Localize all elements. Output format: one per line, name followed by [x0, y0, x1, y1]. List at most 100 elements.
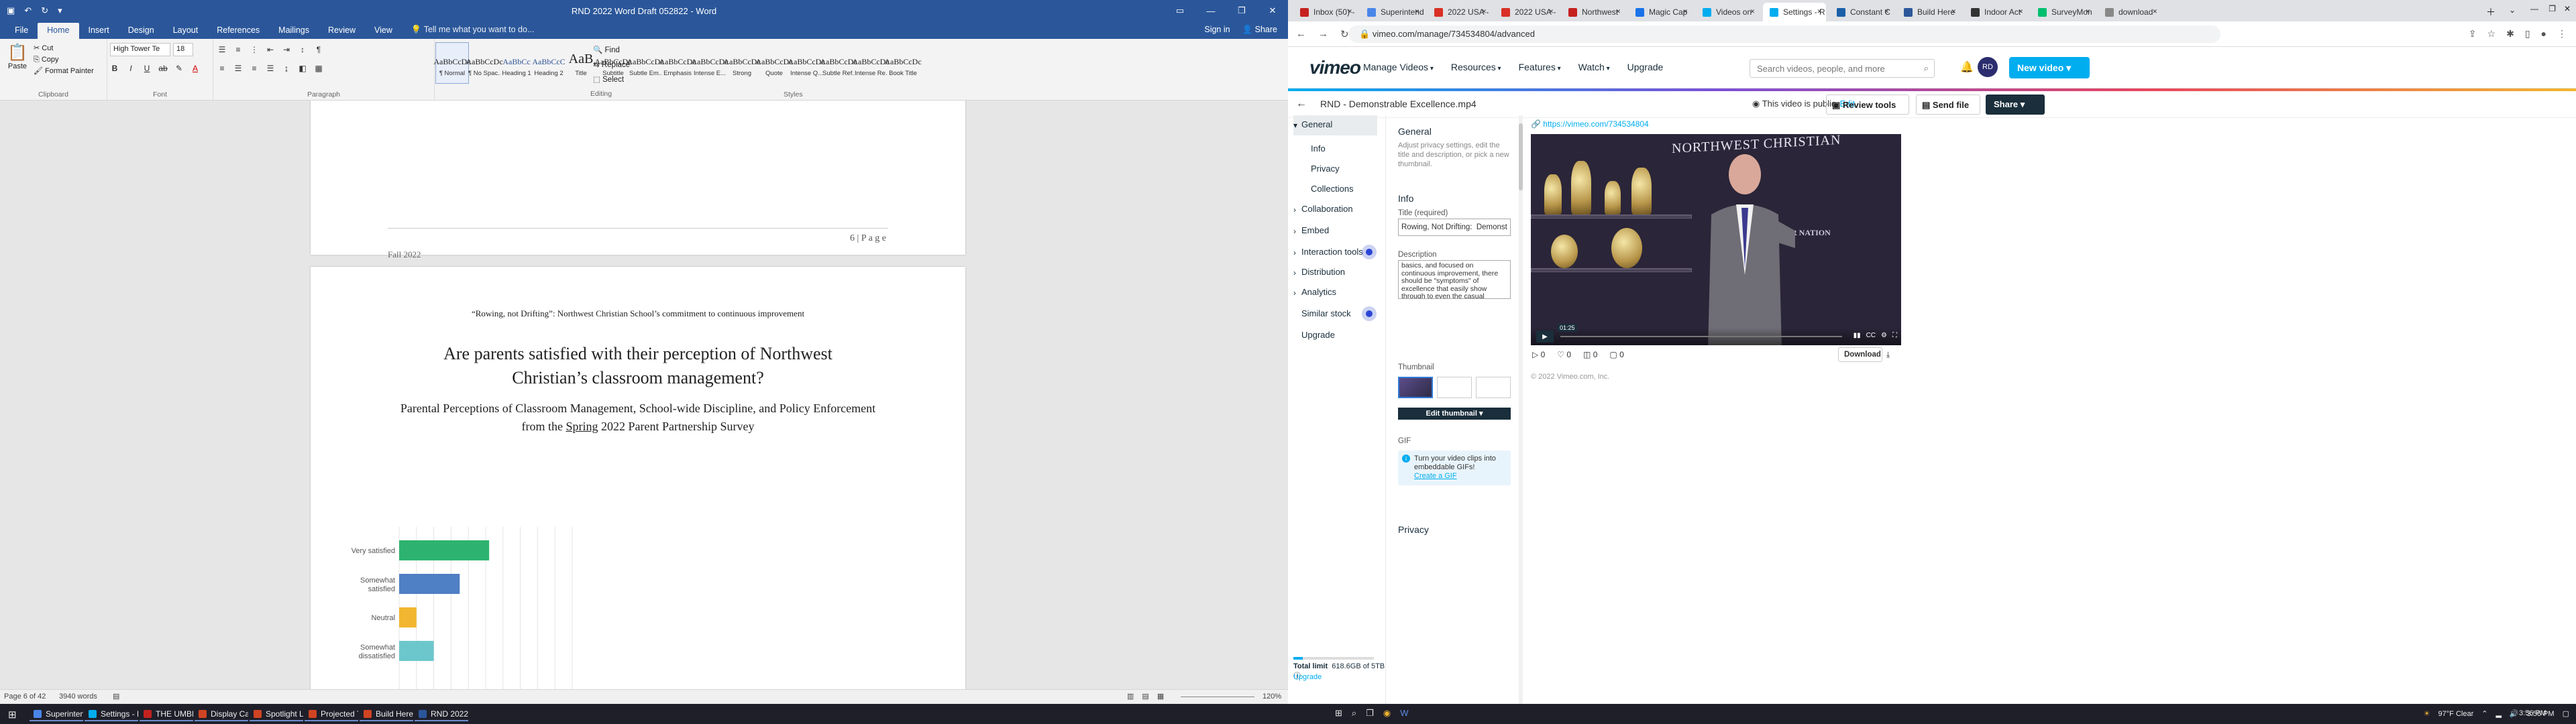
new-video-button[interactable]: New video ▾: [2009, 57, 2090, 78]
tab-file[interactable]: File: [5, 23, 38, 39]
decrease-indent-icon[interactable]: ⇤: [264, 43, 276, 56]
taskbar-item[interactable]: Superintendent's Wel...: [30, 707, 83, 721]
browser-tab[interactable]: Settings - R ✕: [1763, 3, 1826, 21]
chart-bar[interactable]: [399, 540, 490, 560]
find-button[interactable]: 🔍 Find: [593, 43, 630, 58]
paste-button[interactable]: 📋 Paste: [5, 43, 30, 70]
vimeo-menu-watch[interactable]: Watch ▾: [1578, 62, 1610, 72]
tab-home[interactable]: Home: [38, 23, 79, 39]
sign-in-link[interactable]: Sign in: [1204, 25, 1230, 35]
style-4[interactable]: AaB Title: [565, 43, 597, 83]
justify-icon[interactable]: ☰: [264, 62, 276, 75]
tab-close-icon[interactable]: ✕: [1414, 8, 1419, 15]
forward-icon[interactable]: →: [1318, 28, 1328, 40]
chart-bar[interactable]: [399, 574, 460, 594]
browser-tab[interactable]: Northwest ✕: [1562, 3, 1625, 21]
tab-close-icon[interactable]: ✕: [2018, 8, 2023, 15]
tab-close-icon[interactable]: ✕: [2152, 8, 2157, 15]
print-layout-icon[interactable]: ▤: [1142, 692, 1148, 701]
borders-icon[interactable]: ▦: [313, 62, 325, 75]
fullscreen-icon[interactable]: ⛶: [1892, 332, 1897, 339]
tab-close-icon[interactable]: ✕: [1817, 8, 1822, 15]
style-7[interactable]: AaBbCcDc Emphasis: [659, 43, 696, 83]
pilcrow-icon[interactable]: ¶: [313, 43, 325, 56]
tab-layout[interactable]: Layout: [164, 23, 208, 39]
style-10[interactable]: AaBbCcDc Quote: [755, 43, 792, 83]
tab-close-icon[interactable]: ✕: [2085, 8, 2090, 15]
title-input[interactable]: [1398, 219, 1511, 236]
volume-icon[interactable]: 🔊: [2510, 709, 2519, 718]
sidebar-item-distribution[interactable]: Distribution: [1301, 263, 1345, 282]
format-painter-button[interactable]: 🖌 Format Painter: [34, 66, 94, 77]
zoom-level[interactable]: 120%: [1263, 692, 1281, 701]
font-size-box[interactable]: 18: [173, 43, 193, 56]
reload-icon[interactable]: ↻: [1340, 28, 1349, 40]
new-tab-icon[interactable]: ＋: [2486, 5, 2496, 19]
extensions-icon[interactable]: ✱: [2506, 28, 2514, 40]
sidebar-item-analytics[interactable]: Analytics: [1301, 283, 1336, 302]
chart-bar[interactable]: [399, 607, 417, 627]
radio-indicator-icon[interactable]: [1362, 245, 1377, 259]
browser-tab[interactable]: download ✕: [2098, 3, 2161, 21]
restore-icon[interactable]: ❐: [2548, 4, 2556, 13]
increase-indent-icon[interactable]: ⇥: [280, 43, 292, 56]
upgrade-link[interactable]: Upgrade: [1293, 673, 1322, 681]
style-12[interactable]: AaBbCcDc Subtle Ref...: [820, 43, 857, 83]
proofing-icon[interactable]: ▤: [113, 692, 119, 701]
browser-tab[interactable]: 2022 USA - ✕: [1428, 3, 1491, 21]
close-icon[interactable]: ✕: [2564, 4, 2571, 13]
align-right-icon[interactable]: ≡: [248, 62, 260, 75]
vimeo-menu-features[interactable]: Features ▾: [1519, 62, 1561, 72]
read-mode-icon[interactable]: ▥: [1127, 692, 1134, 701]
comments-stat[interactable]: ▢ 0: [1609, 350, 1623, 359]
url-field[interactable]: 🔒 vimeo.com/manage/734534804/advanced: [1348, 25, 2220, 43]
style-13[interactable]: AaBbCcDc Intense Re...: [852, 43, 889, 83]
volume-icon[interactable]: ▮▮: [1854, 332, 1861, 339]
tell-me-box[interactable]: 💡 Tell me what you want to do...: [411, 25, 534, 39]
vimeo-logo[interactable]: vimeo: [1309, 57, 1361, 78]
scrollbar-thumb[interactable]: [1519, 123, 1523, 190]
taskbar-item[interactable]: Build Here - Search R...: [360, 707, 413, 721]
tab-design[interactable]: Design: [119, 23, 164, 39]
avatar[interactable]: RD: [1978, 57, 1998, 77]
vimeo-menu-upgrade[interactable]: Upgrade: [1627, 62, 1664, 72]
edit-thumbnail-button[interactable]: Edit thumbnail ▾: [1398, 408, 1511, 420]
multilevel-list-icon[interactable]: ⋮: [248, 43, 260, 56]
line-spacing-icon[interactable]: ↨: [280, 62, 292, 75]
taskbar-item[interactable]: THE UMBRELLA PROJ...: [140, 707, 193, 721]
page-7[interactable]: “Rowing, not Drifting”: Northwest Christ…: [311, 267, 965, 689]
browser-tab[interactable]: Build Here ✕: [1897, 3, 1960, 21]
style-0[interactable]: AaBbCcDc ¶ Normal: [433, 42, 471, 84]
page-count[interactable]: Page 6 of 42: [4, 692, 46, 701]
shading-icon[interactable]: ◧: [297, 62, 309, 75]
sidebar-item-embed[interactable]: Embed: [1301, 221, 1329, 240]
video-player[interactable]: NORTHWEST CHRISTIAN CRUSADER NATION ▶ 01…: [1531, 134, 1901, 345]
profile-icon[interactable]: ●: [2541, 28, 2546, 40]
page-6[interactable]: 6 | P a g e Fall 2022: [311, 101, 965, 259]
tab-close-icon[interactable]: ✕: [1884, 8, 1889, 15]
tab-insert[interactable]: Insert: [79, 23, 119, 39]
font-name-box[interactable]: High Tower Te: [110, 43, 170, 56]
search-icon[interactable]: ⌕: [1352, 708, 1356, 719]
highlight-icon[interactable]: ✎: [173, 62, 185, 75]
collections-stat[interactable]: ◫ 0: [1583, 350, 1597, 359]
sidebar-item-collections[interactable]: Collections: [1311, 180, 1354, 198]
captions-icon[interactable]: CC: [1866, 332, 1876, 339]
download-button[interactable]: Download: [1838, 347, 1882, 362]
radio-indicator-icon[interactable]: [1362, 306, 1377, 321]
settings-gear-icon[interactable]: ⚙: [1881, 332, 1887, 339]
replace-button[interactable]: ⇆ Replace: [593, 58, 630, 72]
style-1[interactable]: AaBbCcDc ¶ No Spac...: [466, 43, 502, 83]
style-8[interactable]: AaBbCcDc Intense E...: [691, 43, 728, 83]
vimeo-search-input[interactable]: Search videos, people, and more ⌕: [1750, 59, 1935, 78]
browser-tab[interactable]: SurveyMon ✕: [2031, 3, 2094, 21]
vimeo-menu-resources[interactable]: Resources ▾: [1451, 62, 1501, 72]
word-count[interactable]: 3940 words: [59, 692, 97, 701]
weather-icon[interactable]: ☀: [2424, 709, 2430, 718]
word-icon[interactable]: W: [1400, 708, 1408, 719]
plays-stat[interactable]: ▷ 0: [1532, 350, 1545, 359]
review-tools-button[interactable]: ▣ Review tools: [1826, 95, 1909, 115]
tab-mailings[interactable]: Mailings: [269, 23, 319, 39]
browser-tab[interactable]: Videos on ✕: [1696, 3, 1759, 21]
windows-start-icon[interactable]: ⊞: [8, 709, 17, 721]
